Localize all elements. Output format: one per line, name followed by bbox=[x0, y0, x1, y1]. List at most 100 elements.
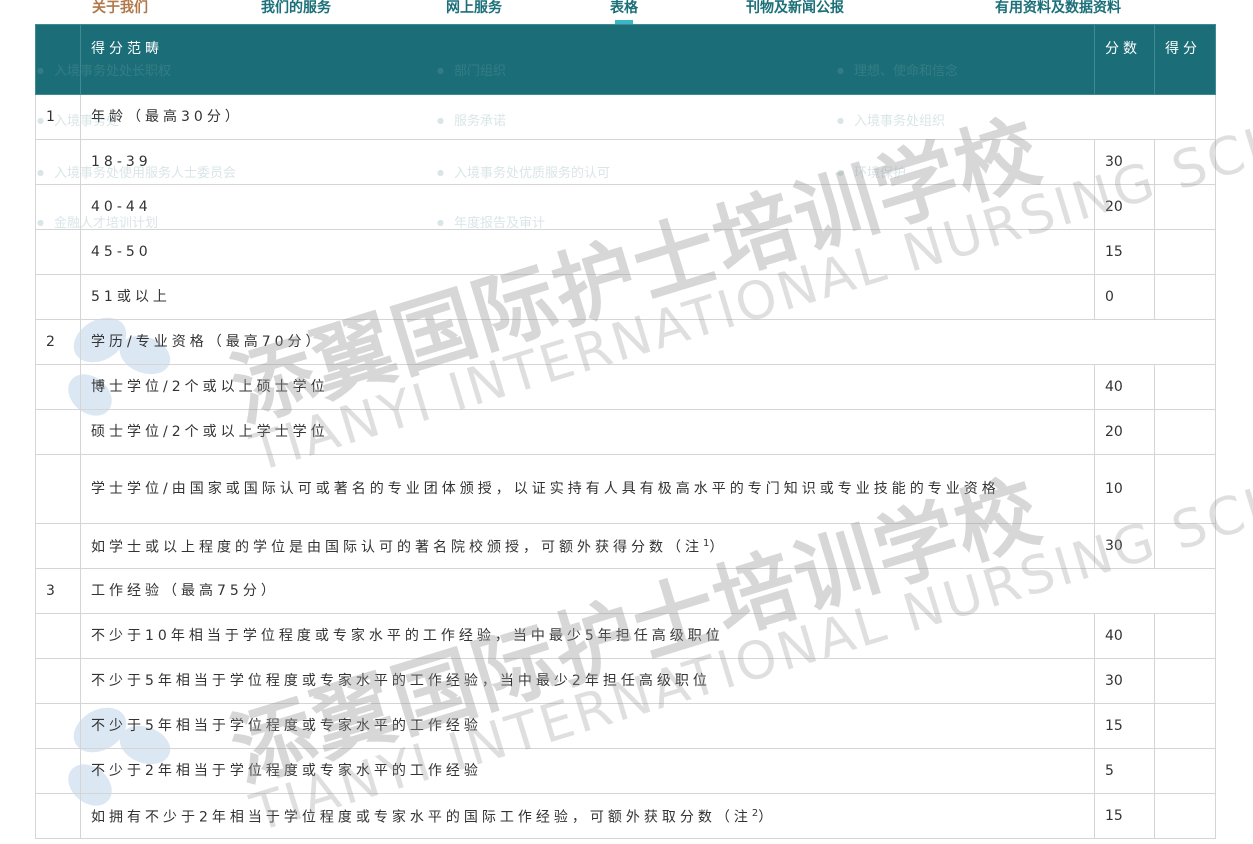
score-cell[interactable] bbox=[1154, 613, 1216, 659]
nav-forms[interactable]: 表格 bbox=[610, 0, 638, 17]
points-cell: 15 bbox=[1094, 703, 1155, 749]
table-row: 不少于5年相当于学位程度或专家水平的工作经验，当中最少2年担任高级职位 30 bbox=[35, 658, 1216, 704]
points-cell: 40 bbox=[1094, 613, 1155, 659]
criterion-label-end: ） bbox=[709, 539, 728, 556]
points-cell: 30 bbox=[1094, 139, 1155, 185]
index-cell bbox=[35, 454, 81, 524]
criterion-label: 博士学位/2个或以上硕士学位 bbox=[91, 379, 329, 395]
criterion-label: 硕士学位/2个或以上学士学位 bbox=[91, 424, 329, 440]
criterion-cell: 45-50 bbox=[80, 229, 1095, 275]
table-section-row: 2 学历/专业资格（最高70分） bbox=[35, 319, 1216, 365]
criterion-label: 不少于2年相当于学位程度或专家水平的工作经验 bbox=[91, 763, 482, 779]
criterion-cell: 不少于10年相当于学位程度或专家水平的工作经验，当中最少5年担任高级职位 bbox=[80, 613, 1095, 659]
criterion-cell: 如学士或以上程度的学位是由国际认可的著名院校颁授，可额外获得分数（注1） bbox=[80, 523, 1095, 569]
nav-online-services[interactable]: 网上服务 bbox=[446, 0, 502, 17]
points-cell: 30 bbox=[1094, 523, 1155, 569]
index-cell bbox=[35, 523, 81, 569]
criterion-cell: 硕士学位/2个或以上学士学位 bbox=[80, 409, 1095, 455]
criterion-label: 51或以上 bbox=[91, 289, 171, 305]
table-row: 硕士学位/2个或以上学士学位 20 bbox=[35, 409, 1216, 455]
table-row: 不少于5年相当于学位程度或专家水平的工作经验 15 bbox=[35, 703, 1216, 749]
criterion-cell: 不少于5年相当于学位程度或专家水平的工作经验 bbox=[80, 703, 1095, 749]
criterion-label-end: ） bbox=[758, 809, 777, 826]
points-cell: 30 bbox=[1094, 658, 1155, 704]
points-table: 得分范畴 分数 得分 1 年龄（最高30分） 18-39 30 40-44 20 45-50… bbox=[35, 24, 1216, 839]
table-row: 如学士或以上程度的学位是由国际认可的著名院校颁授，可额外获得分数（注1） 30 bbox=[35, 523, 1216, 569]
score-cell[interactable] bbox=[1154, 184, 1216, 230]
criterion-cell: 18-39 bbox=[80, 139, 1095, 185]
section-title: 学历/专业资格（最高70分） bbox=[80, 319, 1216, 365]
table-row: 51或以上 0 bbox=[35, 274, 1216, 320]
criterion-cell: 学士学位/由国家或国际认可或著名的专业团体颁授，以证实持有人具有极高水平的专门知… bbox=[80, 454, 1095, 524]
section-number: 1 bbox=[35, 94, 81, 140]
table-row: 如拥有不少于2年相当于学位程度或专家水平的国际工作经验，可额外获取分数（注2） 1… bbox=[35, 793, 1216, 839]
nav-services[interactable]: 我们的服务 bbox=[261, 0, 331, 17]
section-number: 3 bbox=[35, 568, 81, 614]
table-section-row: 1 年龄（最高30分） bbox=[35, 94, 1216, 140]
header-index bbox=[35, 24, 81, 95]
table-row: 45-50 15 bbox=[35, 229, 1216, 275]
score-cell[interactable] bbox=[1154, 793, 1216, 839]
header-score: 得分 bbox=[1154, 24, 1216, 95]
points-cell: 5 bbox=[1094, 748, 1155, 794]
index-cell bbox=[35, 229, 81, 275]
criterion-cell: 不少于2年相当于学位程度或专家水平的工作经验 bbox=[80, 748, 1095, 794]
index-cell bbox=[35, 364, 81, 410]
table-row: 不少于2年相当于学位程度或专家水平的工作经验 5 bbox=[35, 748, 1216, 794]
nav-about[interactable]: 关于我们 bbox=[92, 0, 148, 17]
criterion-label: 如拥有不少于2年相当于学位程度或专家水平的国际工作经验，可额外获取分数（注 bbox=[91, 809, 752, 826]
header-points: 分数 bbox=[1094, 24, 1155, 95]
table-body: 1 年龄（最高30分） 18-39 30 40-44 20 45-50 15 51或以上 0 2 学历… bbox=[35, 94, 1216, 839]
points-cell: 15 bbox=[1094, 793, 1155, 839]
score-cell[interactable] bbox=[1154, 139, 1216, 185]
score-cell[interactable] bbox=[1154, 229, 1216, 275]
score-cell[interactable] bbox=[1154, 748, 1216, 794]
index-cell bbox=[35, 274, 81, 320]
points-cell: 15 bbox=[1094, 229, 1155, 275]
criterion-label: 不少于10年相当于学位程度或专家水平的工作经验，当中最少5年担任高级职位 bbox=[91, 628, 724, 644]
points-cell: 20 bbox=[1094, 409, 1155, 455]
criterion-cell: 不少于5年相当于学位程度或专家水平的工作经验，当中最少2年担任高级职位 bbox=[80, 658, 1095, 704]
index-cell bbox=[35, 748, 81, 794]
criterion-cell: 51或以上 bbox=[80, 274, 1095, 320]
index-cell bbox=[35, 139, 81, 185]
table-row: 学士学位/由国家或国际认可或著名的专业团体颁授，以证实持有人具有极高水平的专门知… bbox=[35, 454, 1216, 524]
top-navigation: 关于我们 我们的服务 网上服务 表格 刊物及新闻公报 有用资料及数据资料 bbox=[0, 0, 1253, 24]
criterion-cell: 博士学位/2个或以上硕士学位 bbox=[80, 364, 1095, 410]
score-cell[interactable] bbox=[1154, 703, 1216, 749]
nav-publications[interactable]: 刊物及新闻公报 bbox=[746, 0, 844, 17]
criterion-label: 45-50 bbox=[91, 244, 152, 260]
points-cell: 20 bbox=[1094, 184, 1155, 230]
points-cell: 0 bbox=[1094, 274, 1155, 320]
score-cell[interactable] bbox=[1154, 409, 1216, 455]
table-row: 博士学位/2个或以上硕士学位 40 bbox=[35, 364, 1216, 410]
table-header-row: 得分范畴 分数 得分 bbox=[35, 24, 1216, 95]
index-cell bbox=[35, 184, 81, 230]
criterion-cell: 40-44 bbox=[80, 184, 1095, 230]
index-cell bbox=[35, 658, 81, 704]
score-cell[interactable] bbox=[1154, 364, 1216, 410]
nav-useful-info[interactable]: 有用资料及数据资料 bbox=[995, 0, 1121, 17]
score-cell[interactable] bbox=[1154, 658, 1216, 704]
table-section-row: 3 工作经验（最高75分） bbox=[35, 568, 1216, 614]
nav-active-indicator bbox=[615, 20, 633, 24]
criterion-label: 如学士或以上程度的学位是由国际认可的著名院校颁授，可额外获得分数（注 bbox=[91, 539, 703, 556]
table-row: 40-44 20 bbox=[35, 184, 1216, 230]
score-cell[interactable] bbox=[1154, 454, 1216, 524]
criterion-label: 不少于5年相当于学位程度或专家水平的工作经验，当中最少2年担任高级职位 bbox=[91, 673, 711, 689]
header-category: 得分范畴 bbox=[80, 24, 1095, 95]
score-cell[interactable] bbox=[1154, 523, 1216, 569]
section-number: 2 bbox=[35, 319, 81, 365]
section-title: 年龄（最高30分） bbox=[80, 94, 1216, 140]
criterion-label: 40-44 bbox=[91, 199, 152, 215]
table-row: 18-39 30 bbox=[35, 139, 1216, 185]
criterion-cell: 如拥有不少于2年相当于学位程度或专家水平的国际工作经验，可额外获取分数（注2） bbox=[80, 793, 1095, 839]
index-cell bbox=[35, 613, 81, 659]
section-title: 工作经验（最高75分） bbox=[80, 568, 1216, 614]
points-cell: 10 bbox=[1094, 454, 1155, 524]
table-row: 不少于10年相当于学位程度或专家水平的工作经验，当中最少5年担任高级职位 40 bbox=[35, 613, 1216, 659]
criterion-label: 不少于5年相当于学位程度或专家水平的工作经验 bbox=[91, 718, 482, 734]
index-cell bbox=[35, 409, 81, 455]
score-cell[interactable] bbox=[1154, 274, 1216, 320]
index-cell bbox=[35, 793, 81, 839]
